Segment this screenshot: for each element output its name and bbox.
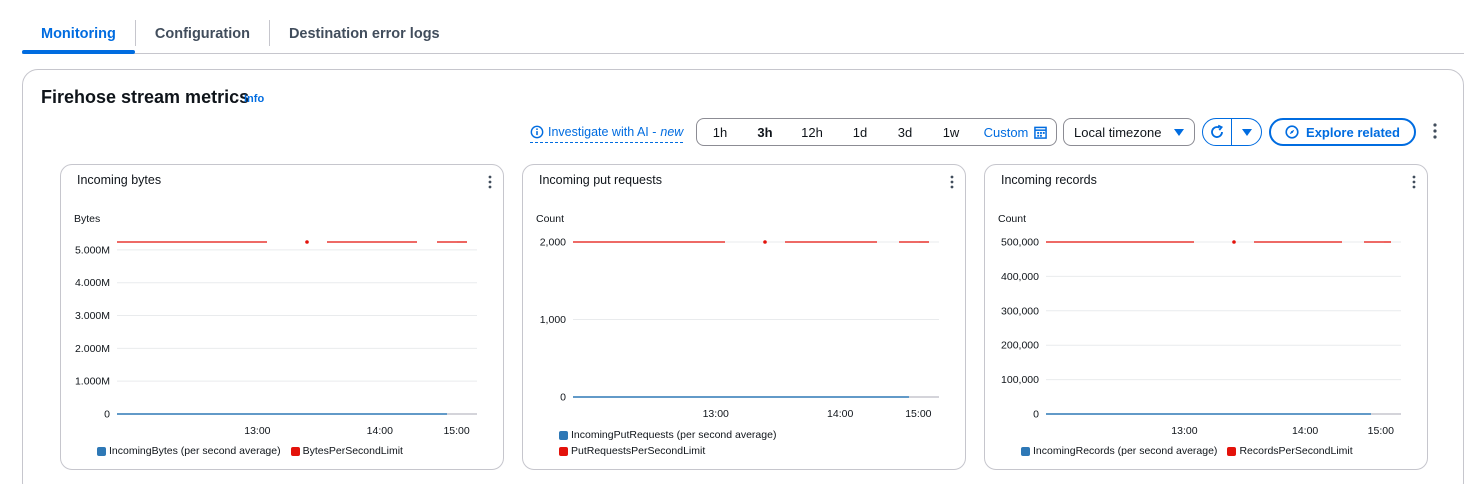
y-tick-label: 5.000M [75, 244, 110, 256]
refresh-options-button[interactable] [1232, 119, 1261, 145]
range-custom[interactable]: Custom [975, 119, 1056, 145]
y-tick-label: 2.000M [75, 343, 110, 355]
legend-swatch [97, 446, 106, 456]
range-1w[interactable]: 1w [927, 119, 975, 145]
legend-item[interactable]: PutRequestsPerSecondLimit [559, 445, 776, 457]
tab-label: Configuration [154, 25, 250, 42]
x-tick-label: 13:00 [1171, 425, 1197, 437]
investigate-with-ai-link[interactable]: Investigate with AI - new [530, 123, 684, 143]
y-tick-label: 2,000 [540, 237, 566, 249]
refresh-button-group [1202, 118, 1262, 146]
x-tick-label: 15:00 [443, 425, 469, 437]
y-tick-label: 3.000M [75, 310, 110, 322]
tab-monitoring[interactable]: Monitoring [22, 14, 135, 54]
legend-swatch [1021, 446, 1030, 456]
legend-item[interactable]: RecordsPerSecondLimit [1227, 445, 1353, 457]
chart-legend: IncomingRecords (per second average) Rec… [1021, 445, 1353, 457]
legend-swatch [559, 430, 568, 440]
info-circle-icon [530, 125, 544, 139]
y-tick-label: 1.000M [75, 376, 110, 388]
y-tick-label: 0 [1033, 409, 1039, 421]
refresh-icon [1211, 124, 1224, 138]
y-tick-label: 400,000 [1001, 271, 1039, 283]
legend-item[interactable]: BytesPerSecondLimit [290, 445, 403, 457]
calendar-icon [1034, 126, 1048, 139]
more-options-icon[interactable] [1430, 121, 1440, 141]
tab-label: Destination error logs [288, 25, 440, 42]
legend-label: IncomingPutRequests (per second average) [571, 429, 777, 441]
legend-swatch [559, 446, 568, 456]
time-range-selector: 1h 3h 12h 1d 3d 1w Custom [696, 118, 1057, 146]
chart-legend: IncomingBytes (per second average) Bytes… [97, 445, 403, 457]
x-tick-label: 13:00 [703, 408, 729, 420]
range-3h[interactable]: 3h [743, 119, 787, 145]
y-tick-label: 300,000 [1001, 305, 1039, 317]
legend-label: BytesPerSecondLimit [302, 445, 403, 457]
compass-icon [1285, 125, 1299, 139]
legend-label: PutRequestsPerSecondLimit [571, 445, 706, 457]
chart-plot: 0 1,000 2,000 13:00 14:00 15:00 [540, 237, 939, 420]
y-tick-label: 500,000 [1001, 237, 1039, 249]
y-tick-label: 200,000 [1001, 340, 1039, 352]
series-point-limit [763, 240, 767, 244]
legend-item[interactable]: IncomingBytes (per second average) [97, 445, 281, 457]
explore-related-button[interactable]: Explore related [1269, 118, 1416, 146]
legend-label: IncomingBytes (per second average) [109, 445, 281, 457]
x-tick-label: 15:00 [1368, 425, 1394, 437]
legend-swatch [1227, 446, 1237, 456]
range-1h[interactable]: 1h [697, 119, 743, 145]
tab-label: Monitoring [41, 25, 116, 42]
legend-swatch [290, 446, 300, 456]
x-tick-label: 13:00 [244, 425, 270, 437]
legend-item[interactable]: IncomingPutRequests (per second average) [559, 429, 776, 441]
widget-incoming-records: Incoming records Count 0 100,000 200,000 30… [984, 164, 1428, 470]
widget-incoming-put-requests: Incoming put requests Count 0 1,000 2,000 1… [522, 164, 966, 470]
range-12h[interactable]: 12h [787, 119, 837, 145]
explore-label: Explore related [1306, 124, 1400, 140]
investigate-label: Investigate with AI - [548, 125, 657, 139]
y-tick-label: 4.000M [75, 277, 110, 289]
y-tick-label: 0 [560, 392, 566, 404]
custom-label: Custom [983, 124, 1029, 140]
caret-down-icon [1241, 128, 1252, 136]
legend-label: IncomingRecords (per second average) [1033, 445, 1218, 457]
legend-item[interactable]: IncomingRecords (per second average) [1021, 445, 1217, 457]
chart-legend: IncomingPutRequests (per second average)… [559, 429, 776, 457]
refresh-button[interactable] [1203, 119, 1233, 145]
chart-plot: 0 100,000 200,000 300,000 400,000 500,000 13:0… [1001, 237, 1401, 437]
info-link[interactable]: Info [244, 93, 264, 105]
timezone-select[interactable]: Local timezone [1063, 118, 1195, 146]
tab-configuration[interactable]: Configuration [136, 14, 269, 53]
x-tick-label: 14:00 [827, 408, 853, 420]
investigate-new-tag: new [660, 125, 684, 139]
widget-incoming-bytes: Incoming bytes Bytes 0 1.000M 2.000M 3.000M… [60, 164, 504, 470]
tab-bar: Monitoring Configuration Destination err… [22, 14, 1464, 54]
range-3d[interactable]: 3d [883, 119, 927, 145]
chart-plot: 0 1.000M 2.000M 3.000M 4.000M 5.000M 13:00 14:0… [75, 240, 477, 437]
caret-down-icon [1174, 128, 1184, 136]
y-tick-label: 100,000 [1001, 374, 1039, 386]
tab-destination-error-logs[interactable]: Destination error logs [270, 14, 459, 53]
legend-label: RecordsPerSecondLimit [1239, 445, 1353, 457]
container-title: Firehose stream metrics [41, 87, 250, 107]
range-1d[interactable]: 1d [837, 119, 883, 145]
x-tick-label: 14:00 [367, 425, 393, 437]
series-point-limit [1232, 240, 1236, 244]
series-point-limit [305, 240, 309, 244]
y-tick-label: 0 [104, 409, 110, 421]
x-tick-label: 14:00 [1292, 425, 1318, 437]
timezone-value: Local timezone [1074, 124, 1162, 140]
x-tick-label: 15:00 [905, 408, 931, 420]
metrics-container: Firehose stream metrics Info Investigate… [22, 69, 1464, 484]
y-tick-label: 1,000 [540, 314, 566, 326]
